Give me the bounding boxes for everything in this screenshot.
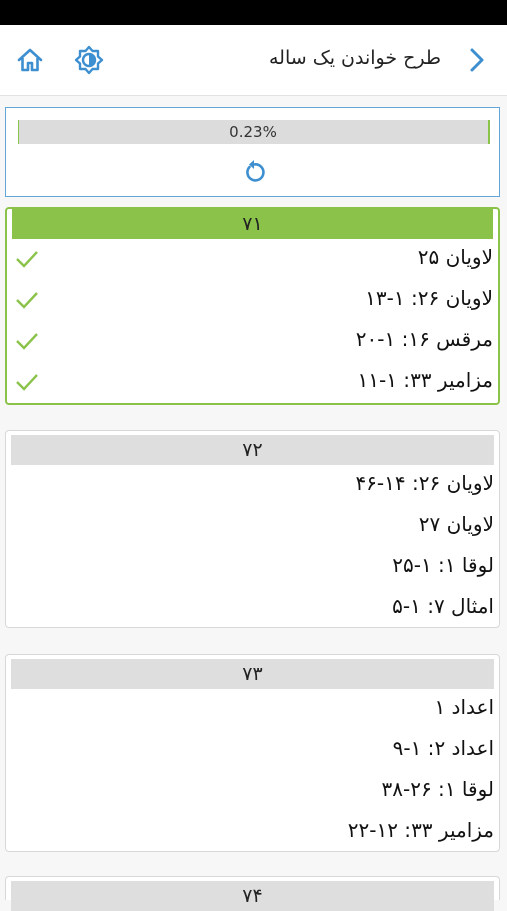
day-number: ۷۱ (12, 209, 493, 239)
page-title: طرح خواندن یک ساله (268, 47, 441, 69)
reading-text: لاویان ۲۶: ۱۴-۴۶ (355, 471, 494, 495)
reading-text: مرقس ۱۶: ۱-۲۰ (355, 327, 493, 351)
reading-item[interactable]: لوقا ۱: ۲۶-۳۸ (6, 771, 499, 812)
day-number: ۷۲ (11, 435, 494, 465)
reading-item[interactable]: مرقس ۱۶: ۱-۲۰ (7, 321, 498, 362)
reading-item[interactable]: لاویان ۲۶: ۱۴-۴۶ (6, 465, 499, 506)
reading-text: لاویان ۲۶: ۱-۱۳ (365, 286, 493, 310)
check-icon[interactable] (15, 290, 39, 310)
reading-item[interactable]: اعداد ۱ (6, 689, 499, 730)
day-number: ۷۴ (11, 881, 494, 911)
day-card: ۷۱ لاویان ۲۵ لاویان ۲۶: ۱-۱۳ مرقس ۱۶: ۱-… (5, 207, 500, 405)
back-chevron-icon[interactable] (463, 45, 491, 75)
reading-text: امثال ۷: ۱-۵ (392, 594, 494, 618)
reading-item[interactable]: لاویان ۲۶: ۱-۱۳ (7, 280, 498, 321)
day-card: ۷۴ (5, 876, 500, 911)
reading-text: لاویان ۲۷ (418, 512, 494, 536)
reading-text: لوقا ۱: ۲۶-۳۸ (381, 777, 494, 801)
progress-panel: 0.23% (5, 107, 500, 197)
reading-text: اعداد ۲: ۱-۹ (392, 736, 494, 760)
progress-bar: 0.23% (18, 120, 490, 144)
reading-item[interactable]: امثال ۷: ۱-۵ (6, 588, 499, 629)
check-icon[interactable] (15, 331, 39, 351)
app-header: طرح خواندن یک ساله (0, 25, 507, 96)
reading-text: مزامیر ۳۳: ۱۲-۲۲ (347, 818, 494, 842)
brightness-settings-icon[interactable] (73, 44, 105, 76)
reset-icon[interactable] (240, 158, 268, 186)
reading-text: اعداد ۱ (434, 695, 494, 719)
reading-item[interactable]: لاویان ۲۷ (6, 506, 499, 547)
home-icon[interactable] (14, 44, 46, 76)
reading-text: مزامیر ۳۳: ۱-۱۱ (357, 368, 494, 392)
day-number: ۷۳ (11, 659, 494, 689)
reading-text: لاویان ۲۵ (417, 245, 493, 269)
check-icon[interactable] (15, 249, 39, 269)
reading-item[interactable]: مزامیر ۳۳: ۱-۱۱ (7, 362, 498, 403)
reading-item[interactable]: لوقا ۱: ۱-۲۵ (6, 547, 499, 588)
progress-percent: 0.23% (229, 123, 277, 141)
reading-text: لوقا ۱: ۱-۲۵ (392, 553, 494, 577)
day-card: ۷۳ اعداد ۱ اعداد ۲: ۱-۹ لوقا ۱: ۲۶-۳۸ مز… (5, 654, 500, 852)
day-card: ۷۲ لاویان ۲۶: ۱۴-۴۶ لاویان ۲۷ لوقا ۱: ۱-… (5, 430, 500, 628)
status-bar (0, 0, 507, 25)
reading-item[interactable]: مزامیر ۳۳: ۱۲-۲۲ (6, 812, 499, 853)
reading-item[interactable]: اعداد ۲: ۱-۹ (6, 730, 499, 771)
check-icon[interactable] (15, 372, 39, 392)
reading-item[interactable]: لاویان ۲۵ (7, 239, 498, 280)
